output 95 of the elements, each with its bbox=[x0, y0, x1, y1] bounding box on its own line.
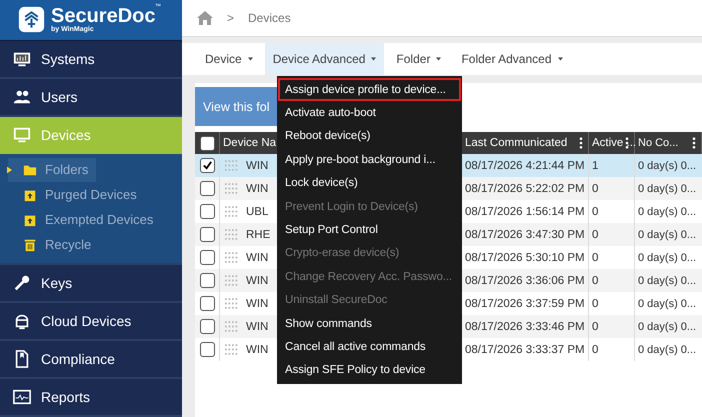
table-cell: 0 bbox=[592, 252, 598, 264]
report-icon bbox=[13, 388, 31, 406]
menu-item[interactable]: Setup Port Control bbox=[278, 218, 461, 242]
table-cell: 0 day(s) 0... bbox=[638, 206, 696, 218]
row-checkbox[interactable] bbox=[200, 296, 214, 311]
row-checkbox[interactable] bbox=[200, 319, 214, 334]
table-cell: 0 day(s) 0... bbox=[638, 320, 696, 332]
column-header[interactable]: Last Communicated bbox=[465, 137, 568, 149]
table-cell: 0 bbox=[592, 182, 598, 194]
table-cell: 0 bbox=[592, 206, 598, 218]
menu-item[interactable]: Activate auto-boot bbox=[278, 101, 461, 125]
drag-handle-icon[interactable] bbox=[225, 298, 239, 309]
drag-handle-icon[interactable] bbox=[225, 321, 239, 332]
table-cell: 0 day(s) 0... bbox=[638, 344, 696, 356]
column-menu-icon[interactable] bbox=[625, 137, 629, 149]
row-checkbox[interactable] bbox=[200, 158, 214, 173]
column-header[interactable]: No Co... bbox=[638, 137, 678, 149]
subnav-item[interactable]: Recycle bbox=[8, 232, 100, 257]
table-cell: 0 day(s) 0... bbox=[638, 298, 696, 310]
table-cell: WIN bbox=[246, 320, 268, 332]
table-cell: 08/17/2026 3:47:30 PM bbox=[465, 228, 585, 240]
row-checkbox[interactable] bbox=[200, 273, 214, 288]
table-cell: UBL bbox=[246, 206, 268, 218]
table-cell: RHE bbox=[246, 228, 270, 240]
home-icon[interactable] bbox=[197, 10, 213, 26]
document-icon bbox=[13, 350, 31, 368]
users-icon bbox=[13, 88, 31, 106]
table-cell: 0 bbox=[592, 298, 598, 310]
box-icon bbox=[23, 212, 37, 227]
drag-handle-icon[interactable] bbox=[225, 229, 239, 240]
caret-icon bbox=[371, 57, 376, 61]
table-cell: 08/17/2026 3:33:37 PM bbox=[465, 344, 585, 356]
monitor-icon bbox=[13, 126, 31, 144]
row-checkbox[interactable] bbox=[200, 250, 214, 265]
table-cell: WIN bbox=[246, 344, 268, 356]
row-checkbox[interactable] bbox=[200, 204, 214, 219]
trash-icon bbox=[23, 238, 37, 252]
menu-item[interactable]: Assign device profile to device... bbox=[278, 78, 461, 102]
drag-handle-icon[interactable] bbox=[225, 344, 239, 355]
breadcrumb-separator: > bbox=[227, 11, 234, 25]
table-cell: 08/17/2026 5:30:10 PM bbox=[465, 252, 585, 264]
column-header[interactable]: Device Na bbox=[223, 137, 276, 149]
row-checkbox[interactable] bbox=[200, 342, 214, 357]
table-cell: 08/17/2026 4:21:44 PM bbox=[465, 160, 585, 172]
subnav-item[interactable]: Exempted Devices bbox=[8, 208, 162, 232]
menu-item[interactable]: Reboot device(s) bbox=[278, 124, 461, 148]
drag-handle-icon[interactable] bbox=[225, 160, 239, 171]
column-menu-icon[interactable] bbox=[692, 137, 696, 149]
menu-item[interactable]: Show commands bbox=[278, 312, 461, 336]
row-checkbox[interactable] bbox=[200, 181, 214, 196]
table-cell: WIN bbox=[246, 160, 268, 172]
table-cell: 0 day(s) 0... bbox=[638, 252, 696, 264]
caret-icon bbox=[436, 57, 442, 61]
select-all-checkbox[interactable] bbox=[200, 136, 214, 150]
caret-icon bbox=[248, 57, 253, 61]
table-cell: 08/17/2026 5:22:02 PM bbox=[465, 182, 585, 194]
monitor-chart-icon bbox=[13, 50, 31, 68]
shield-logo-icon bbox=[18, 6, 45, 34]
table-cell: WIN bbox=[246, 182, 268, 194]
table-cell: 1 bbox=[592, 160, 598, 172]
subnav-item[interactable]: Purged Devices bbox=[8, 182, 145, 207]
caret-icon bbox=[558, 57, 562, 61]
column-menu-icon[interactable] bbox=[579, 137, 583, 149]
caret-icon bbox=[7, 166, 12, 174]
box-icon bbox=[23, 188, 37, 202]
table-cell: 0 day(s) 0... bbox=[638, 274, 696, 286]
drag-handle-icon[interactable] bbox=[225, 275, 239, 286]
table-cell: 0 bbox=[592, 344, 598, 356]
drag-handle-icon[interactable] bbox=[225, 252, 239, 263]
table-cell: 08/17/2026 1:56:14 PM bbox=[465, 206, 585, 218]
row-checkbox[interactable] bbox=[200, 227, 214, 242]
table-cell: 08/17/2026 3:36:06 PM bbox=[465, 274, 585, 286]
column-header[interactable]: Active ... bbox=[592, 137, 636, 149]
menu-item[interactable]: Assign SFE Policy to device bbox=[278, 358, 461, 382]
menu-item[interactable]: Apply pre-boot background i... bbox=[278, 148, 461, 172]
menu-item[interactable]: Lock device(s) bbox=[278, 172, 461, 195]
table-cell: WIN bbox=[246, 274, 268, 286]
drag-handle-icon[interactable] bbox=[225, 183, 239, 194]
table-cell: 0 day(s) 0... bbox=[638, 182, 696, 194]
table-cell: 0 day(s) 0... bbox=[638, 160, 696, 172]
table-cell: 0 day(s) 0... bbox=[638, 228, 696, 240]
table-cell: 08/17/2026 3:33:46 PM bbox=[465, 320, 585, 332]
table-cell: 0 bbox=[592, 274, 598, 286]
table-cell: 0 bbox=[592, 320, 598, 332]
table-cell: WIN bbox=[246, 252, 268, 264]
menu-button[interactable]: Device Advanced bbox=[264, 43, 384, 75]
table-cell: WIN bbox=[246, 298, 268, 310]
table-cell: 08/17/2026 3:37:59 PM bbox=[465, 298, 585, 310]
logo-name: SecureDoc bbox=[51, 6, 156, 26]
breadcrumb-current: Devices bbox=[248, 11, 291, 25]
folder-icon bbox=[23, 162, 37, 177]
table-cell: 0 bbox=[592, 228, 598, 240]
menu-item[interactable]: Cancel all active commands bbox=[278, 335, 461, 359]
drag-handle-icon[interactable] bbox=[225, 206, 239, 217]
key-icon bbox=[13, 274, 31, 292]
